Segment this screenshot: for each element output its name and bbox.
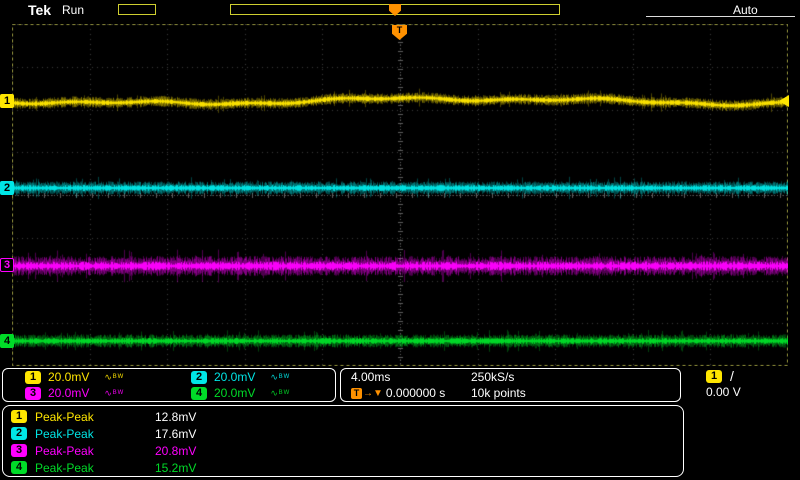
trigger-delay-arrow-icon: →▼ bbox=[363, 388, 383, 399]
trigger-level-value: 0.00 V bbox=[706, 385, 741, 399]
trigger-t-icon: T bbox=[351, 388, 362, 399]
tek-logo: Tek bbox=[28, 2, 51, 18]
ch2-badge: 2 bbox=[191, 371, 207, 384]
measurement-row: 1 Peak-Peak 12.8mV bbox=[3, 408, 683, 425]
horizontal-row-2: T →▼ 0.000000 s 10k points bbox=[341, 385, 680, 401]
ch2-ground-marker[interactable]: 2 bbox=[0, 181, 14, 195]
ch4-scale: 20.0mV bbox=[214, 386, 255, 400]
trigger-row-1: 1 / bbox=[692, 368, 796, 384]
ch3-badge: 3 bbox=[25, 387, 41, 400]
top-right-divider bbox=[646, 16, 795, 17]
measurement-row: 2 Peak-Peak 17.6mV bbox=[3, 425, 683, 442]
trigger-mode: Auto bbox=[733, 3, 758, 17]
measurement-value: 15.2mV bbox=[155, 461, 196, 475]
ch4-ground-marker[interactable]: 4 bbox=[0, 334, 14, 348]
trigger-delay-value: 0.000000 s bbox=[386, 386, 445, 400]
measurement-label: Peak-Peak bbox=[35, 427, 155, 441]
measurement-panel: 1 Peak-Peak 12.8mV 2 Peak-Peak 17.6mV 3 … bbox=[2, 405, 684, 477]
oscilloscope-screen: Tek Run Auto T 1 2 3 4 1 20.0mV ∿ᴮᵂ 2 20… bbox=[0, 0, 800, 480]
ch3-scale: 20.0mV bbox=[48, 386, 89, 400]
acquisition-indicator-box bbox=[118, 4, 156, 15]
measurement-value: 20.8mV bbox=[155, 444, 196, 458]
trigger-level-arrow[interactable] bbox=[779, 95, 789, 107]
trigger-row-2: 0.00 V bbox=[692, 384, 796, 400]
measurement-row: 4 Peak-Peak 15.2mV bbox=[3, 459, 683, 476]
graticule bbox=[12, 24, 788, 366]
delay-readout: T →▼ 0.000000 s bbox=[351, 386, 471, 400]
ch3-scale-readout[interactable]: 3 20.0mV ∿ᴮᵂ bbox=[3, 385, 169, 401]
ch2-coupling-bw-icons: ∿ᴮᵂ bbox=[270, 372, 290, 383]
ch4-coupling-bw-icons: ∿ᴮᵂ bbox=[270, 388, 290, 399]
ch4-scale-readout[interactable]: 4 20.0mV ∿ᴮᵂ bbox=[169, 385, 335, 401]
horizontal-scale: 4.00ms bbox=[351, 370, 390, 384]
trigger-source-badge: 1 bbox=[706, 370, 722, 383]
sample-rate: 250kS/s bbox=[471, 370, 514, 384]
ch3-ground-marker[interactable]: 3 bbox=[0, 258, 14, 272]
ch2-badge: 2 bbox=[11, 427, 27, 440]
measurement-label: Peak-Peak bbox=[35, 461, 155, 475]
ch3-coupling-bw-icons: ∿ᴮᵂ bbox=[104, 388, 124, 399]
ch4-badge: 4 bbox=[191, 387, 207, 400]
ch2-scale-readout[interactable]: 2 20.0mV ∿ᴮᵂ bbox=[169, 369, 335, 385]
measurement-value: 17.6mV bbox=[155, 427, 196, 441]
ch1-scale: 20.0mV bbox=[48, 370, 89, 384]
ch1-scale-readout[interactable]: 1 20.0mV ∿ᴮᵂ bbox=[3, 369, 169, 385]
ch3-badge: 3 bbox=[11, 444, 27, 457]
horizontal-row-1: 4.00ms 250kS/s bbox=[341, 369, 680, 385]
vertical-scale-readout: 1 20.0mV ∿ᴮᵂ 2 20.0mV ∿ᴮᵂ 3 20.0mV ∿ᴮᵂ 4… bbox=[2, 368, 336, 402]
ch2-scale: 20.0mV bbox=[214, 370, 255, 384]
measurement-value: 12.8mV bbox=[155, 410, 196, 424]
ch1-badge: 1 bbox=[25, 371, 41, 384]
waveform-canvas bbox=[12, 24, 788, 366]
measurement-row: 3 Peak-Peak 20.8mV bbox=[3, 442, 683, 459]
ch1-badge: 1 bbox=[11, 410, 27, 423]
horizontal-readout[interactable]: 4.00ms 250kS/s T →▼ 0.000000 s 10k point… bbox=[340, 368, 681, 402]
measurement-label: Peak-Peak bbox=[35, 410, 155, 424]
record-length: 10k points bbox=[471, 386, 526, 400]
trigger-source-readout[interactable]: 1 / 0.00 V bbox=[692, 368, 796, 402]
ch1-ground-marker[interactable]: 1 bbox=[0, 94, 14, 108]
trigger-flag-label: T bbox=[397, 25, 403, 35]
trigger-slope-icon: / bbox=[730, 368, 734, 384]
measurement-label: Peak-Peak bbox=[35, 444, 155, 458]
acquisition-state: Run bbox=[62, 3, 84, 17]
ch1-coupling-bw-icons: ∿ᴮᵂ bbox=[104, 372, 124, 383]
ch4-badge: 4 bbox=[11, 461, 27, 474]
